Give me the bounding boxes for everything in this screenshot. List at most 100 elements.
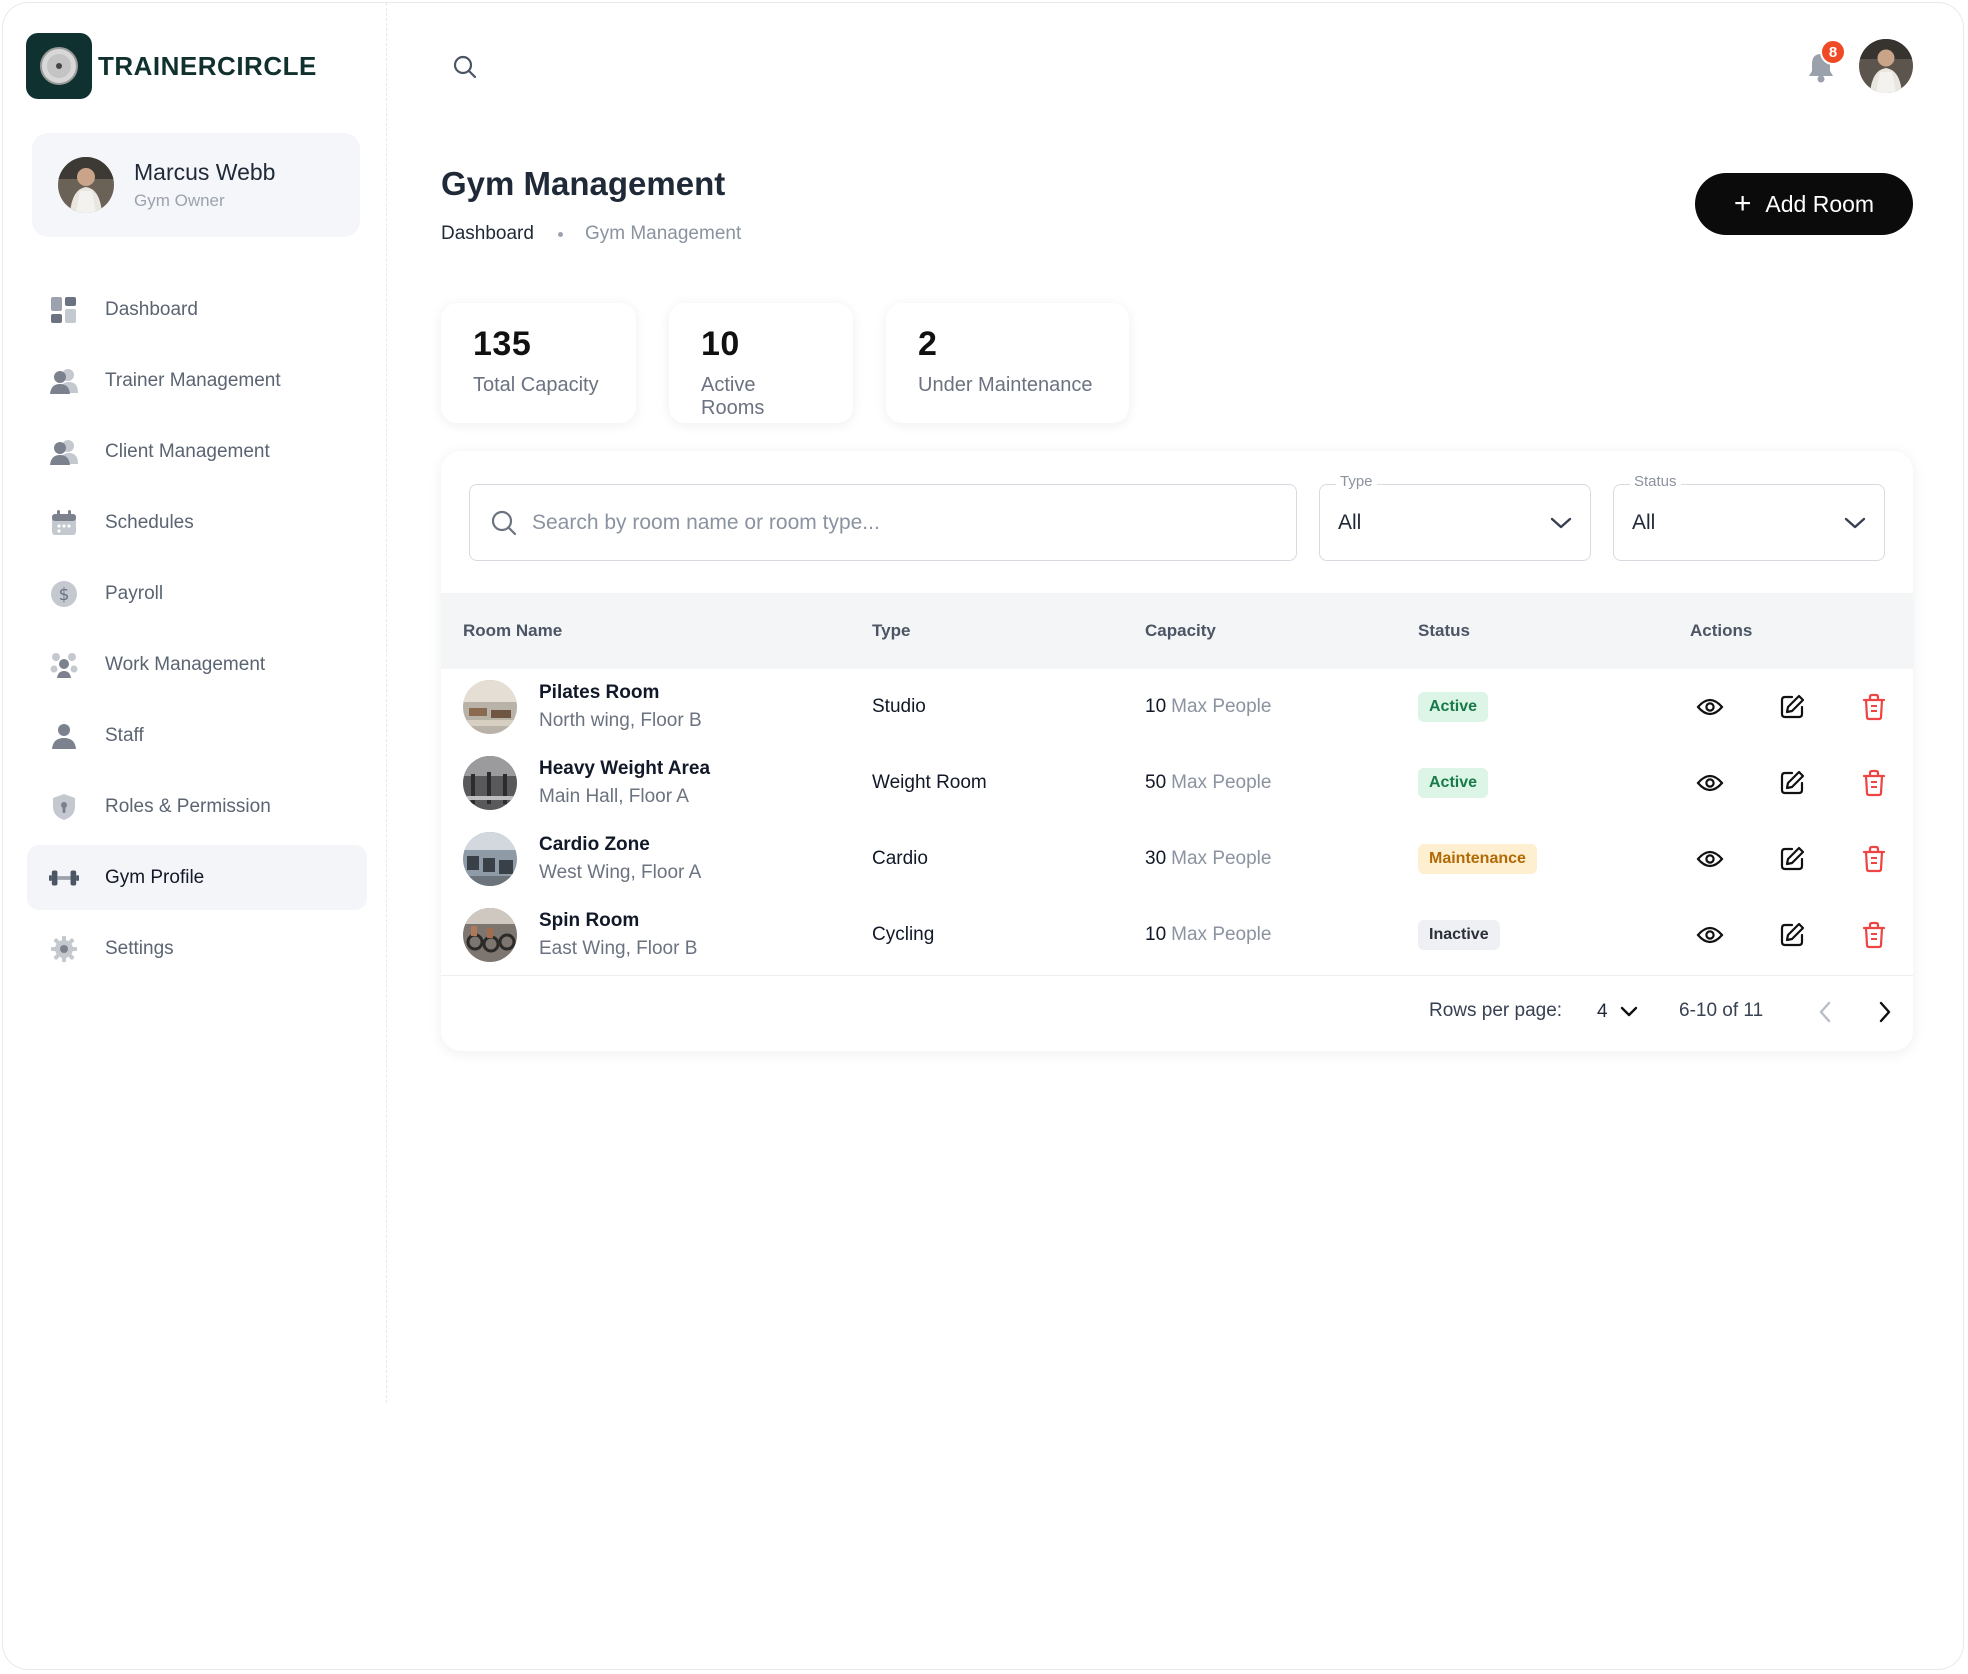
table-row[interactable]: Cardio Zone West Wing, Floor A Cardio 30… <box>441 821 1913 897</box>
user-name: Marcus Webb <box>134 159 276 186</box>
sidebar-item-label: Gym Profile <box>105 866 205 888</box>
rows-per-page-select[interactable]: 4 <box>1597 996 1638 1028</box>
stat-value: 10 <box>701 325 740 363</box>
column-header-capacity[interactable]: Capacity <box>1145 621 1216 641</box>
rows-per-page-value: 4 <box>1597 1001 1608 1022</box>
type-select[interactable]: Type All <box>1319 473 1591 561</box>
room-capacity: 30 <box>1145 848 1167 869</box>
search-icon[interactable] <box>451 53 479 81</box>
sidebar-item-staff[interactable]: Staff <box>27 703 367 768</box>
room-capacity: 50 <box>1145 772 1167 793</box>
plus-icon: + <box>1733 187 1752 220</box>
sidebar-item-label: Trainer Management <box>105 369 281 391</box>
edit-icon[interactable] <box>1777 844 1807 874</box>
room-cell: Cardio Zone West Wing, Floor A <box>463 821 701 897</box>
edit-icon[interactable] <box>1777 768 1807 798</box>
page-title: Gym Management <box>441 165 726 202</box>
gear-icon <box>49 934 79 964</box>
brand-logo[interactable]: TRAINERCIRCLE <box>26 33 317 99</box>
capacity-unit: Max People <box>1171 696 1272 717</box>
delete-icon[interactable] <box>1859 692 1889 722</box>
sidebar-item-settings[interactable]: Settings <box>27 916 367 981</box>
status-badge: Active <box>1418 692 1489 722</box>
column-header-room-name[interactable]: Room Name <box>463 621 562 641</box>
avatar <box>58 157 114 213</box>
room-location: Main Hall, Floor A <box>539 786 689 807</box>
room-thumbnail <box>463 680 517 734</box>
add-room-button[interactable]: + Add Room <box>1695 173 1913 235</box>
chevron-down-icon <box>1550 517 1572 528</box>
edit-icon[interactable] <box>1777 692 1807 722</box>
sidebar-item-trainer-management[interactable]: Trainer Management <box>27 348 367 413</box>
status-badge: Inactive <box>1418 920 1500 950</box>
breadcrumb: Dashboard Gym Management <box>441 223 741 245</box>
edit-icon[interactable] <box>1777 920 1807 950</box>
table-header: Room Name Type Capacity Status Actions <box>441 593 1913 669</box>
sidebar-item-client-management[interactable]: Client Management <box>27 419 367 484</box>
room-cell: Pilates Room North wing, Floor B <box>463 669 702 745</box>
delete-icon[interactable] <box>1859 768 1889 798</box>
column-header-status[interactable]: Status <box>1418 621 1470 641</box>
delete-icon[interactable] <box>1859 920 1889 950</box>
room-location: West Wing, Floor A <box>539 862 702 883</box>
stat-label: Active Rooms <box>701 374 765 419</box>
sidebar-item-gym-profile[interactable]: Gym Profile <box>27 845 367 910</box>
room-type: Cardio <box>872 848 928 869</box>
breadcrumb-item[interactable]: Dashboard <box>441 223 534 245</box>
room-type: Studio <box>872 696 926 717</box>
type-select-value: All <box>1338 510 1362 534</box>
view-icon[interactable] <box>1695 768 1725 798</box>
status-select[interactable]: Status All <box>1613 473 1885 561</box>
stat-value: 2 <box>918 325 938 363</box>
next-page-button[interactable] <box>1871 998 1899 1026</box>
room-capacity: 10 <box>1145 696 1167 717</box>
capacity-unit: Max People <box>1171 848 1272 869</box>
column-header-actions: Actions <box>1690 621 1753 640</box>
sidebar-item-work-management[interactable]: Work Management <box>27 632 367 697</box>
sidebar-item-dashboard[interactable]: Dashboard <box>27 277 367 342</box>
dumbbell-icon <box>49 863 79 893</box>
view-icon[interactable] <box>1695 920 1725 950</box>
sidebar-item-label: Roles & Permission <box>105 795 271 817</box>
delete-icon[interactable] <box>1859 844 1889 874</box>
search-icon <box>491 510 517 535</box>
room-cell: Spin Room East Wing, Floor B <box>463 897 697 973</box>
stat-label: Under Maintenance <box>918 374 1093 396</box>
avatar[interactable] <box>1859 39 1913 93</box>
room-type: Weight Room <box>872 772 987 793</box>
view-icon[interactable] <box>1695 844 1725 874</box>
search-field[interactable] <box>469 484 1297 561</box>
notification-badge: 8 <box>1820 39 1846 65</box>
column-header-type[interactable]: Type <box>872 621 910 641</box>
stat-card-under-maintenance: 2 Under Maintenance <box>886 303 1129 423</box>
chevron-right-icon <box>1879 1001 1891 1023</box>
sidebar-item-schedules[interactable]: Schedules <box>27 490 367 555</box>
table-row[interactable]: Spin Room East Wing, Floor B Cycling 10 M… <box>441 897 1913 973</box>
previous-page-button[interactable] <box>1811 998 1839 1026</box>
brand-name: TRAINERCIRCLE <box>98 50 317 81</box>
view-icon[interactable] <box>1695 692 1725 722</box>
user-card[interactable]: Marcus Webb Gym Owner <box>32 133 360 237</box>
sidebar-nav: Dashboard Trainer Management Client Mana… <box>27 277 367 987</box>
breadcrumb-separator <box>557 231 563 237</box>
table-row[interactable]: Pilates Room North wing, Floor B Studio … <box>441 669 1913 745</box>
rooms-table-card: Type All Status All Room Name Type Capac… <box>441 451 1913 1051</box>
table-row[interactable]: Heavy Weight Area Main Hall, Floor A Wei… <box>441 745 1913 821</box>
dollar-icon: $ <box>49 579 79 609</box>
chevron-down-icon <box>1620 1006 1637 1017</box>
sidebar-item-payroll[interactable]: $ Payroll <box>27 561 367 626</box>
room-thumbnail <box>463 832 517 886</box>
room-location: North wing, Floor B <box>539 710 702 731</box>
room-thumbnail <box>463 756 517 810</box>
chevron-down-icon <box>1844 517 1866 528</box>
users-icon <box>49 366 79 396</box>
room-thumbnail <box>463 908 517 962</box>
status-badge: Active <box>1418 768 1489 798</box>
stat-label: Total Capacity <box>473 374 599 396</box>
table-pagination: Rows per page: 4 6-10 of 11 <box>441 975 1913 1051</box>
sidebar-item-roles-permission[interactable]: Roles & Permission <box>27 774 367 839</box>
search-input[interactable] <box>532 510 1272 535</box>
sidebar-item-label: Payroll <box>105 582 164 604</box>
stat-value: 135 <box>473 325 532 363</box>
room-name: Pilates Room <box>539 682 660 703</box>
